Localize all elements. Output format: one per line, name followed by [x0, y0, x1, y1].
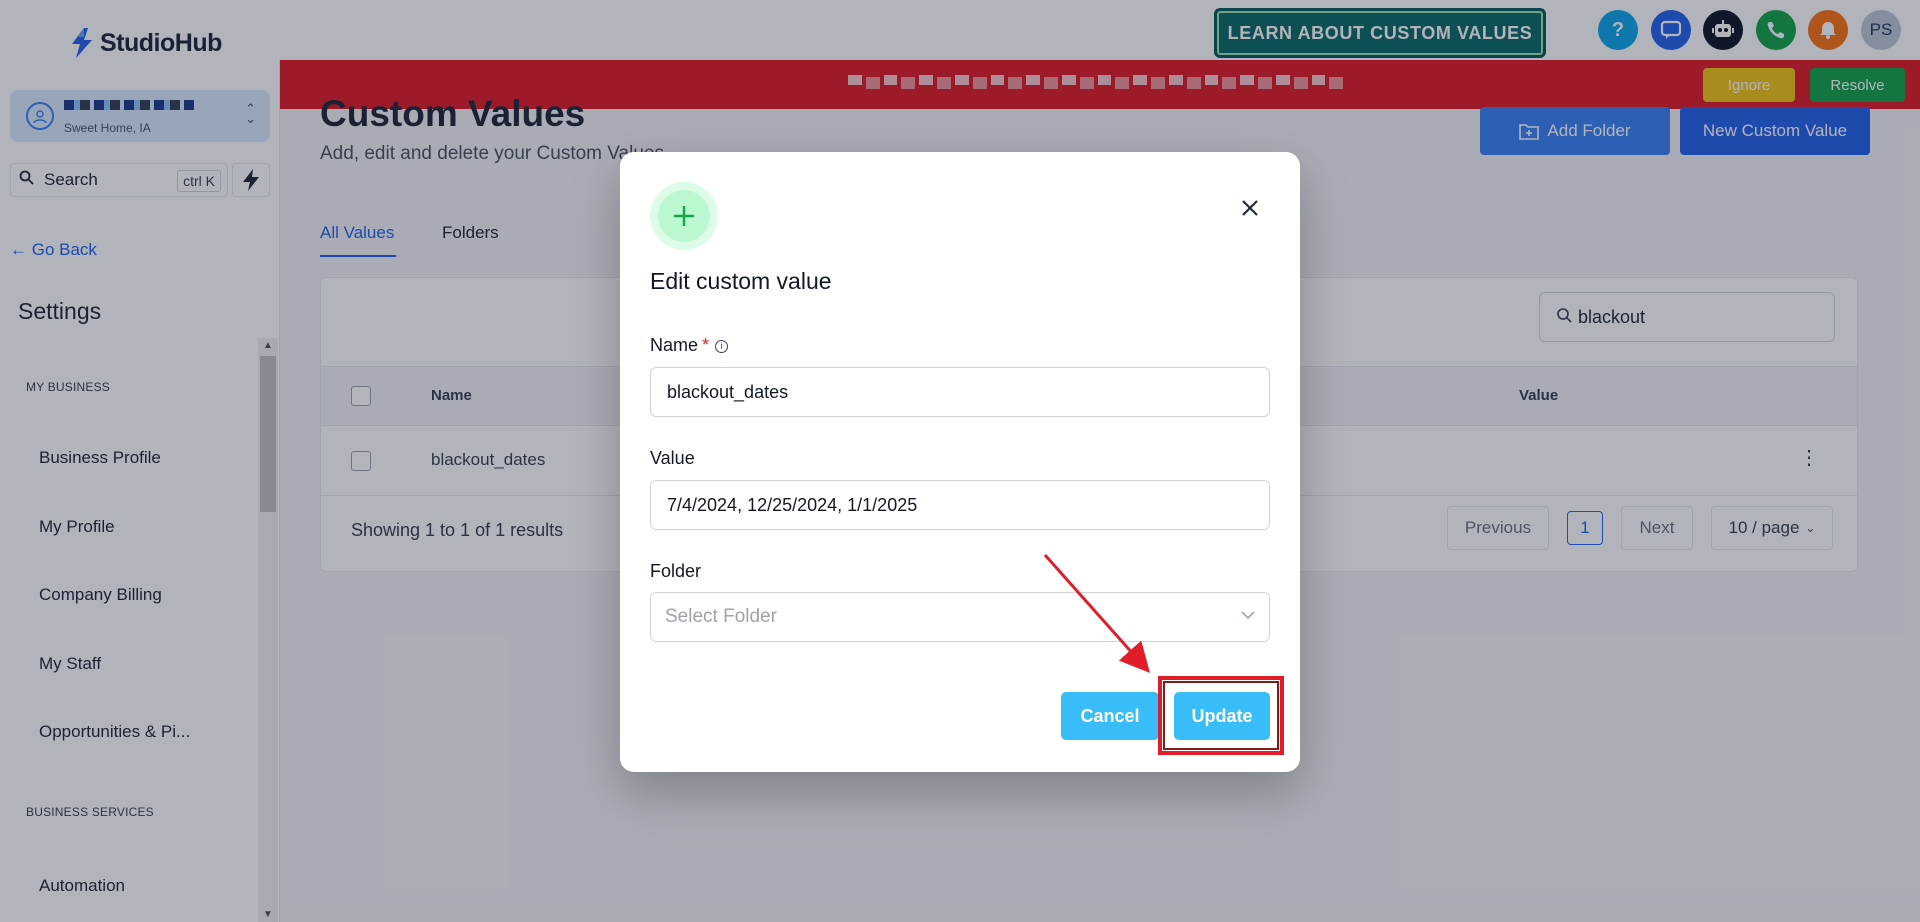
plus-icon — [658, 190, 710, 242]
close-icon[interactable] — [1240, 196, 1260, 222]
value-field-label: Value — [650, 448, 695, 468]
modal-header-icon — [650, 182, 718, 250]
info-icon[interactable]: i — [715, 339, 729, 353]
value-field-value: 7/4/2024, 12/25/2024, 1/1/2025 — [667, 494, 918, 515]
cancel-button[interactable]: Cancel — [1061, 692, 1159, 740]
name-field[interactable]: blackout_dates — [650, 367, 1270, 417]
folder-field-label: Folder — [650, 561, 702, 581]
name-field-value: blackout_dates — [667, 381, 789, 402]
chevron-down-icon — [1241, 607, 1255, 623]
update-button-highlight-box — [1158, 676, 1284, 755]
folder-select[interactable]: Select Folder — [650, 592, 1270, 642]
folder-select-placeholder: Select Folder — [665, 606, 777, 627]
required-mark: * — [702, 335, 710, 355]
name-label-text: Name — [650, 335, 699, 355]
name-field-label: Name * i — [650, 335, 729, 356]
value-field[interactable]: 7/4/2024, 12/25/2024, 1/1/2025 — [650, 480, 1270, 530]
modal-title: Edit custom value — [650, 268, 832, 294]
